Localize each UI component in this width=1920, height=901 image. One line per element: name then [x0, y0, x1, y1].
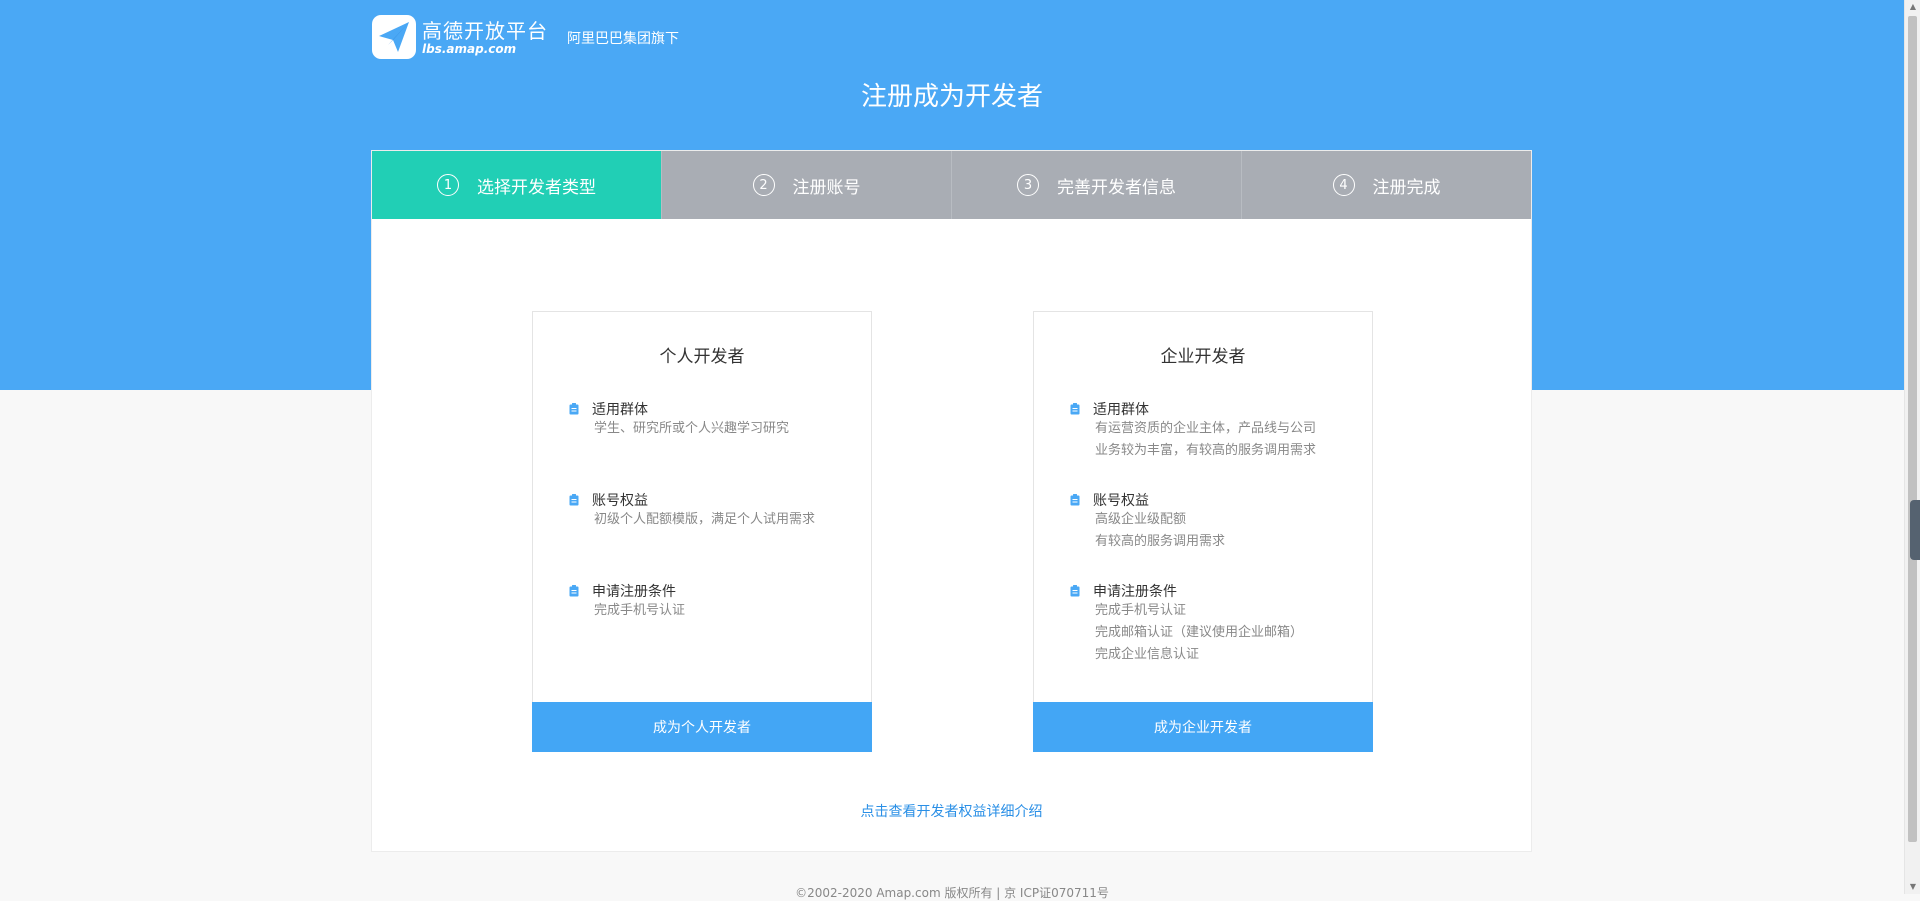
- card-title: 个人开发者: [659, 347, 745, 367]
- document-icon: [569, 585, 579, 597]
- feature-audience: 适用群体 有运营资质的企业主体，产品线与公司 业务较为丰富，有较高的服务调用需求: [1070, 400, 1360, 462]
- feature-line: 完成手机号认证: [594, 603, 686, 618]
- steps-bar: 1 选择开发者类型 2 注册账号 3 完善开发者信息 4 注册完成: [372, 151, 1531, 219]
- feature-line: 业务较为丰富，有较高的服务调用需求: [1095, 443, 1317, 458]
- feature-audience: 适用群体 学生、研究所或个人兴趣学习研究: [569, 400, 859, 440]
- feature-heading: 适用群体: [592, 402, 648, 418]
- enterprise-developer-card: 企业开发者 适用群体 有运营资质的企业主体，产品线与公司 业务较为丰富，有较高的…: [1033, 311, 1373, 752]
- step-number: 4: [1332, 174, 1355, 196]
- feature-requirements: 申请注册条件 完成手机号认证 完成邮箱认证（建议使用企业邮箱） 完成企业信息认证: [1070, 582, 1360, 666]
- step-number: 2: [752, 174, 775, 196]
- scroll-up-arrow-icon[interactable]: ▲: [1905, 0, 1920, 14]
- feature-benefits: 账号权益 高级企业级配额 有较高的服务调用需求: [1070, 491, 1360, 553]
- registration-panel: 1 选择开发者类型 2 注册账号 3 完善开发者信息 4 注册完成 个人开发者 …: [371, 150, 1532, 852]
- feature-line: 完成手机号认证: [1095, 603, 1187, 618]
- document-icon: [1070, 585, 1080, 597]
- feature-heading: 申请注册条件: [592, 584, 676, 600]
- scroll-down-arrow-icon[interactable]: ▼: [1905, 880, 1920, 894]
- page-title: 注册成为开发者: [860, 82, 1043, 112]
- footer-copyright: ©2002-2020 Amap.com 版权所有 | 京 ICP证070711号: [795, 886, 1109, 900]
- feature-heading: 申请注册条件: [1093, 584, 1177, 600]
- slogan: 阿里巴巴集团旗下: [567, 31, 679, 47]
- feature-line: 有运营资质的企业主体，产品线与公司: [1095, 421, 1317, 436]
- scroll-thumb[interactable]: [1908, 16, 1917, 842]
- logo-domain: lbs.amap.com: [422, 41, 517, 56]
- step-3: 3 完善开发者信息: [951, 151, 1241, 219]
- step-2: 2 注册账号: [661, 151, 951, 219]
- paper-plane-icon: [372, 15, 416, 59]
- feature-line: 有较高的服务调用需求: [1095, 534, 1226, 549]
- document-icon: [569, 494, 579, 506]
- feature-requirements: 申请注册条件 完成手机号认证: [569, 582, 859, 622]
- feature-benefits: 账号权益 初级个人配额模版，满足个人试用需求: [569, 491, 859, 531]
- feature-line: 初级个人配额模版，满足个人试用需求: [594, 512, 816, 527]
- side-panel-handle[interactable]: [1910, 500, 1920, 560]
- developer-benefits-link[interactable]: 点击查看开发者权益详细介绍: [372, 801, 1531, 821]
- feature-line: 完成邮箱认证（建议使用企业邮箱）: [1095, 625, 1304, 640]
- document-icon: [1070, 494, 1080, 506]
- feature-line: 学生、研究所或个人兴趣学习研究: [594, 421, 790, 436]
- feature-line: 高级企业级配额: [1095, 512, 1187, 527]
- step-4: 4 注册完成: [1241, 151, 1531, 219]
- step-number: 3: [1017, 174, 1039, 196]
- step-number: 1: [437, 174, 459, 196]
- feature-heading: 适用群体: [1093, 402, 1149, 418]
- logo[interactable]: 高德开放平台 lbs.amap.com: [372, 15, 548, 59]
- vertical-scrollbar[interactable]: ▲ ▼: [1904, 0, 1920, 894]
- step-label: 注册账号: [792, 177, 861, 198]
- logo-name: 高德开放平台: [422, 18, 548, 43]
- feature-heading: 账号权益: [592, 493, 648, 509]
- document-icon: [1070, 403, 1080, 415]
- personal-developer-card: 个人开发者 适用群体 学生、研究所或个人兴趣学习研究 账号权益 初级个人配额模版…: [532, 311, 872, 752]
- become-enterprise-developer-button[interactable]: 成为企业开发者: [1033, 702, 1373, 752]
- become-personal-developer-button[interactable]: 成为个人开发者: [532, 702, 872, 752]
- document-icon: [569, 403, 579, 415]
- step-label: 注册完成: [1372, 177, 1441, 198]
- feature-heading: 账号权益: [1093, 493, 1149, 509]
- feature-line: 完成企业信息认证: [1095, 647, 1200, 662]
- step-1: 1 选择开发者类型: [372, 151, 661, 219]
- step-label: 完善开发者信息: [1057, 177, 1176, 198]
- card-title: 企业开发者: [1160, 347, 1246, 367]
- step-label: 选择开发者类型: [477, 177, 596, 198]
